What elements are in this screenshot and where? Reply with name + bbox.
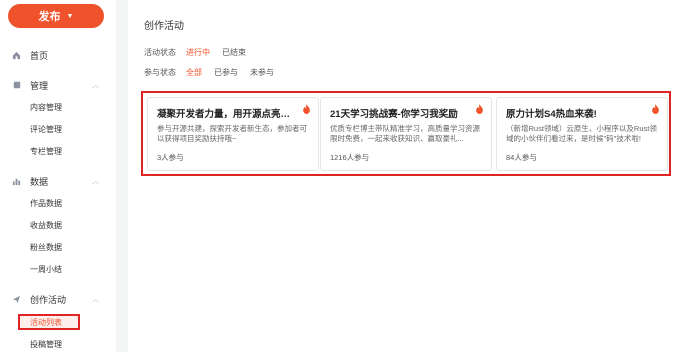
chevron-up-icon: ︿ <box>92 82 99 89</box>
card-title: 凝聚开发者力量，用开源点亮创新... <box>157 109 299 120</box>
home-label: 首页 <box>30 50 49 61</box>
sidebar-item-income-data[interactable]: 收益数据 <box>30 220 62 232</box>
page-title: 创作活动 <box>144 21 184 32</box>
section-label: 创作活动 <box>30 294 67 305</box>
card-description: 参与开源共建，探索开发者新生态，参加者可以获得项目奖励扶持哦~ <box>157 124 307 143</box>
publish-button[interactable]: 发布 ▼ <box>8 4 104 28</box>
bar-chart-icon <box>12 177 21 186</box>
send-icon <box>12 295 21 304</box>
sidebar-item-fans-data[interactable]: 粉丝数据 <box>30 242 62 254</box>
section-label: 管理 <box>30 80 49 91</box>
fire-icon <box>303 104 310 114</box>
filter-option-ended[interactable]: 已结束 <box>222 47 246 58</box>
sidebar-item-content-manage[interactable]: 内容管理 <box>30 102 62 114</box>
activity-card[interactable]: 凝聚开发者力量，用开源点亮创新... 参与开源共建，探索开发者新生态，参加者可以… <box>147 97 319 171</box>
filter-option-ongoing[interactable]: 进行中 <box>186 47 210 58</box>
creator-center: 发布 ▼ 首页 管理 ︿ 内容管理 评论管理 专栏管理 数据 ︿ 作品数据 收益… <box>0 0 692 352</box>
filter-participation-status: 参与状态 全部 已参与 未参与 <box>144 66 286 78</box>
card-participants: 3人参与 <box>157 153 184 162</box>
filter-option-not-joined[interactable]: 未参与 <box>250 67 274 78</box>
chevron-up-icon: ︿ <box>92 296 99 303</box>
home-icon <box>12 51 21 60</box>
activity-card[interactable]: 21天学习挑战赛-你学习我奖励 优质专栏博主带队精准学习，高质量学习资源限时免费… <box>320 97 492 171</box>
publish-label: 发布 <box>38 11 61 23</box>
card-title: 21天学习挑战赛-你学习我奖励 <box>330 109 458 120</box>
sidebar-item-comment-manage[interactable]: 评论管理 <box>30 124 62 136</box>
sidebar: 发布 ▼ 首页 管理 ︿ 内容管理 评论管理 专栏管理 数据 ︿ 作品数据 收益… <box>0 0 116 352</box>
filter-option-joined[interactable]: 已参与 <box>214 67 238 78</box>
sidebar-section-manage[interactable]: 管理 ︿ <box>0 77 116 93</box>
sidebar-section-data[interactable]: 数据 ︿ <box>0 173 116 189</box>
activity-card[interactable]: 原力计划S4热血来袭! （新增Rust领域）云原生、小程序以及Rust领域的小伙… <box>496 97 668 171</box>
filter-option-all[interactable]: 全部 <box>186 67 202 78</box>
section-label: 数据 <box>30 176 49 187</box>
sidebar-item-column-manage[interactable]: 专栏管理 <box>30 146 62 158</box>
card-title: 原力计划S4热血来袭! <box>506 109 597 120</box>
sidebar-item-works-data[interactable]: 作品数据 <box>30 198 62 210</box>
sidebar-item-submission-manage[interactable]: 投稿管理 <box>30 339 62 351</box>
fire-icon <box>652 104 659 114</box>
filter-label: 活动状态 <box>144 47 176 57</box>
sidebar-section-activity[interactable]: 创作活动 ︿ <box>0 291 116 307</box>
sidebar-item-weekly-summary[interactable]: 一周小结 <box>30 264 62 276</box>
chevron-up-icon: ︿ <box>92 178 99 185</box>
manage-icon <box>12 81 21 90</box>
sidebar-item-activity-list[interactable]: 活动列表 <box>18 314 80 330</box>
filter-label: 参与状态 <box>144 67 176 77</box>
card-description: （新增Rust领域）云原生、小程序以及Rust领域的小伙伴们看过来，是时候"码"… <box>506 124 657 143</box>
fire-icon <box>476 104 483 114</box>
card-description: 优质专栏博主带队精准学习，高质量学习资源限时免费，一起来收获知识、赢取豪礼... <box>330 124 480 143</box>
sidebar-item-home[interactable]: 首页 <box>0 46 116 64</box>
filter-activity-status: 活动状态 进行中 已结束 <box>144 46 258 58</box>
caret-down-icon: ▼ <box>66 12 74 20</box>
card-participants: 1216人参与 <box>330 153 370 162</box>
main-panel: 创作活动 活动状态 进行中 已结束 参与状态 全部 已参与 未参与 凝聚开发者力… <box>128 0 692 352</box>
card-participants: 84人参与 <box>506 153 537 162</box>
